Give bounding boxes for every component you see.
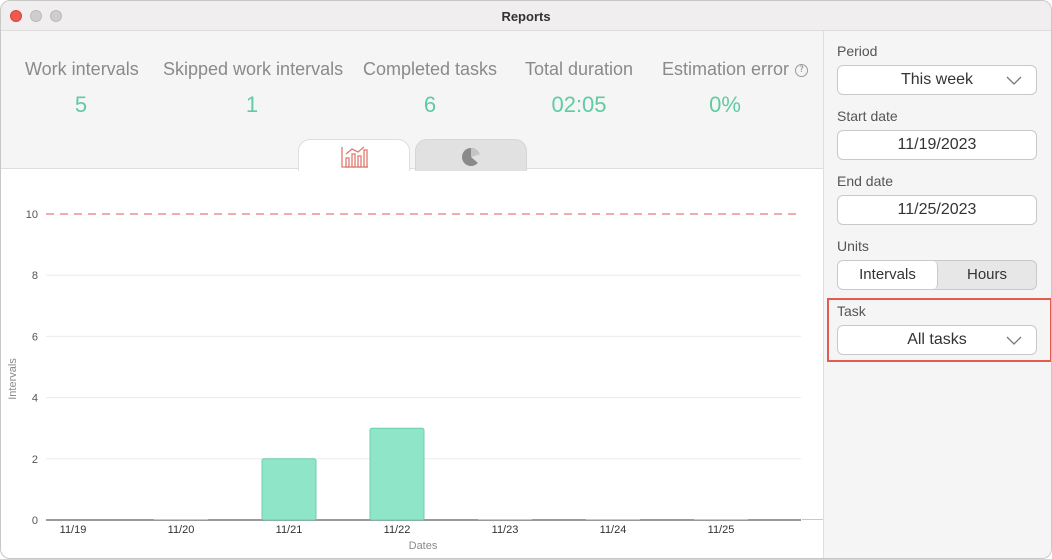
bar xyxy=(694,519,748,520)
stat-label: Completed tasks xyxy=(363,59,498,79)
report-settings-sidebar: Period This week Start date 11/19/2023 E… xyxy=(823,31,1051,558)
start-date-label: Start date xyxy=(837,108,898,124)
task-value: All tasks xyxy=(907,331,967,348)
units-segmented-control: Intervals Hours xyxy=(837,260,1037,290)
y-axis-label: Intervals xyxy=(7,358,19,400)
stat-value: 02:05 xyxy=(551,92,607,117)
bar-chart-icon xyxy=(341,146,368,168)
help-icon[interactable]: ? xyxy=(795,64,809,77)
bar xyxy=(261,458,317,521)
bar xyxy=(369,427,425,521)
x-tick-label: 11/22 xyxy=(384,524,411,536)
x-tick-label: 11/25 xyxy=(708,524,735,536)
period-value: This week xyxy=(900,71,974,88)
x-tick-label: 11/19 xyxy=(60,524,87,536)
stat-label: Total duration xyxy=(524,59,634,79)
end-date-field[interactable]: 11/25/2023 xyxy=(837,195,1037,225)
bar xyxy=(478,519,532,520)
x-tick-label: 11/21 xyxy=(276,524,303,536)
period-select[interactable]: This week xyxy=(837,65,1037,95)
start-date-value: 11/19/2023 xyxy=(897,136,977,153)
stat-label-text: Estimation error xyxy=(661,59,790,79)
y-tick-label: 2 xyxy=(32,454,38,466)
start-date-field[interactable]: 11/19/2023 xyxy=(837,130,1037,160)
x-tick-label: 11/20 xyxy=(168,524,195,536)
tab-bar-chart[interactable] xyxy=(298,139,410,171)
y-tick-label: 6 xyxy=(32,331,38,343)
stats-summary: Work intervals 5 Skipped work intervals … xyxy=(1,31,823,171)
stat-value: 5 xyxy=(74,92,88,117)
units-label: Units xyxy=(837,238,869,254)
chevron-down-icon xyxy=(1006,336,1022,345)
stat-label: Skipped work intervals xyxy=(163,59,344,79)
reports-window: Reports Work intervals 5 Skipped work in… xyxy=(0,0,1052,559)
task-label: Task xyxy=(837,303,866,319)
y-tick-label: 4 xyxy=(32,393,38,405)
period-label: Period xyxy=(837,43,878,59)
x-tick-label: 11/23 xyxy=(492,524,519,536)
bar xyxy=(154,519,208,520)
bar xyxy=(586,519,640,520)
x-tick-label: 11/24 xyxy=(600,524,627,536)
stat-completed-tasks: Completed tasks 6 xyxy=(363,59,497,118)
stat-total-duration: Total duration 02:05 xyxy=(524,59,634,118)
x-axis-label: Dates xyxy=(409,540,438,552)
window-title: Reports xyxy=(501,9,551,24)
intervals-chart: 0 2 4 6 8 10 11/19 11/20 11/21 11/22 11/23 11/24 11… xyxy=(1,169,856,558)
units-intervals-option[interactable]: Intervals xyxy=(838,261,938,289)
tab-pie-chart[interactable] xyxy=(415,139,527,171)
end-date-label: End date xyxy=(837,173,894,189)
units-hours-option[interactable]: Hours xyxy=(938,261,1036,289)
stat-estimation-error: Estimation error? 0% xyxy=(659,59,811,118)
bar xyxy=(802,519,856,520)
stat-value: 1 xyxy=(245,92,259,117)
task-select[interactable]: All tasks xyxy=(837,325,1037,355)
stat-work-intervals: Work intervals 5 xyxy=(25,59,139,118)
y-tick-label: 8 xyxy=(32,270,38,282)
stat-skipped-work-intervals: Skipped work intervals 1 xyxy=(163,59,344,118)
report-main: Work intervals 5 Skipped work intervals … xyxy=(1,31,856,558)
chevron-down-icon xyxy=(1006,76,1022,85)
y-tick-label: 10 xyxy=(26,209,38,221)
stat-label: Estimation error? xyxy=(659,59,811,80)
stat-value: 6 xyxy=(423,92,437,117)
stat-value: 0% xyxy=(709,92,741,117)
pie-chart-icon xyxy=(462,147,481,166)
title-bar: Reports xyxy=(1,1,1051,31)
stat-label: Work intervals xyxy=(25,59,139,79)
chart-canvas: 0 2 4 6 8 10 11/19 11/20 11/21 11/22 11/23 11/24 11… xyxy=(7,209,856,552)
end-date-value: 11/25/2023 xyxy=(897,201,977,218)
y-tick-label: 0 xyxy=(32,515,38,527)
